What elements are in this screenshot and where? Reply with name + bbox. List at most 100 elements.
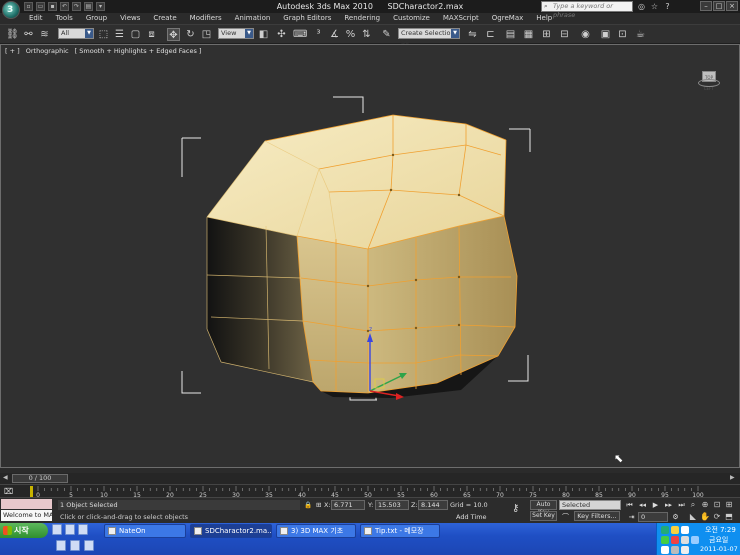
- kakao-icon[interactable]: [661, 536, 669, 544]
- time-configuration-icon[interactable]: ⚙: [670, 512, 681, 522]
- internet-explorer-icon[interactable]: [70, 540, 80, 551]
- bind-to-spacewarp-icon[interactable]: ≋: [38, 28, 51, 41]
- time-slider[interactable]: ◀ 0 / 100 ▶: [0, 473, 740, 484]
- help-icon[interactable]: ?: [663, 2, 672, 11]
- y-coordinate-field[interactable]: 15.503: [375, 500, 409, 510]
- show-desktop-icon[interactable]: [52, 524, 62, 535]
- select-and-link-icon[interactable]: ⛓: [6, 28, 19, 41]
- menu-ogremax[interactable]: OgreMax: [485, 13, 529, 24]
- zoom-extents-all-icon[interactable]: ⊞: [724, 500, 734, 510]
- maximize-icon[interactable]: □: [713, 1, 725, 11]
- perspective-viewport[interactable]: [ + ] Orthographic [ Smooth + Highlights…: [0, 44, 740, 468]
- scene-canvas[interactable]: z: [1, 45, 739, 467]
- taskbar-button[interactable]: 3) 3D MAX 기초: [276, 524, 356, 538]
- time-slider-thumb[interactable]: 0 / 100: [12, 474, 68, 483]
- select-and-manipulate-icon[interactable]: ✣: [275, 28, 288, 41]
- binoculars-icon[interactable]: ◎: [637, 2, 646, 11]
- schematic-view-icon[interactable]: ⊟: [558, 28, 571, 41]
- select-and-rotate-icon[interactable]: ↻: [184, 28, 197, 41]
- messenger-icon[interactable]: [671, 526, 679, 534]
- layer-manager-icon[interactable]: ▤: [504, 28, 517, 41]
- auto-key-button[interactable]: Auto Key: [530, 500, 557, 516]
- antivirus-icon[interactable]: [671, 536, 679, 544]
- absolute-relative-toggle-icon[interactable]: ⊞: [316, 500, 321, 510]
- zoom-all-icon[interactable]: ⊕: [700, 500, 710, 510]
- quick-launch-app-icon[interactable]: [65, 524, 75, 535]
- taskbar-button[interactable]: Tip.txt - 메모장: [360, 524, 440, 538]
- keyboard-shortcut-override-icon[interactable]: ⌨: [293, 28, 307, 41]
- percent-snap-icon[interactable]: %: [344, 28, 357, 41]
- zoom-icon[interactable]: ⌕: [688, 500, 698, 510]
- selection-filter-dropdown[interactable]: All ▼: [58, 28, 94, 39]
- viewcube[interactable]: TOP LEFT: [698, 69, 720, 91]
- select-by-name-icon[interactable]: ☰: [113, 28, 126, 41]
- lock-selection-icon[interactable]: 🔒: [304, 500, 312, 510]
- use-pivot-center-icon[interactable]: ◧: [257, 28, 270, 41]
- select-and-move-icon[interactable]: ✥: [167, 28, 180, 41]
- application-menu-button[interactable]: 3: [2, 1, 20, 19]
- go-to-start-icon[interactable]: ⏮: [624, 500, 635, 510]
- unlink-icon[interactable]: ⚯: [22, 28, 35, 41]
- key-filter-selection-dropdown[interactable]: Selected: [559, 500, 621, 510]
- menu-group[interactable]: Group: [79, 13, 113, 24]
- material-editor-icon[interactable]: ◉: [579, 28, 592, 41]
- curve-editor-icon[interactable]: ⊞: [540, 28, 553, 41]
- go-to-end-icon[interactable]: ⏭: [676, 500, 687, 510]
- key-filters-button[interactable]: Key Filters...: [574, 511, 620, 521]
- menu-tools[interactable]: Tools: [49, 13, 79, 24]
- reference-coordinate-dropdown[interactable]: View ▼: [218, 28, 254, 39]
- track-bar[interactable]: ⌧ 0 5 10 15 20 25 30 35 40 45 50 55 60 65 70 75 80 85 90 95…: [0, 484, 740, 498]
- key-mode-toggle-icon[interactable]: ⇥: [626, 512, 637, 522]
- x-coordinate-field[interactable]: 6.771: [331, 500, 365, 510]
- set-key-button[interactable]: Set Key: [530, 511, 557, 521]
- menu-maxscript[interactable]: MAXScript: [436, 13, 485, 24]
- ime-icon[interactable]: [691, 536, 699, 544]
- graphite-modeling-tools-icon[interactable]: ▦: [522, 28, 535, 41]
- maxscript-listener-output[interactable]: [1, 499, 52, 509]
- time-slider-next-icon[interactable]: ▶: [730, 474, 735, 481]
- snaps-toggle-icon[interactable]: ³: [312, 28, 325, 41]
- menu-rendering[interactable]: Rendering: [337, 13, 386, 24]
- edit-named-selection-icon[interactable]: ✎: [380, 28, 393, 41]
- display-icon[interactable]: [661, 546, 669, 554]
- network-icon[interactable]: [661, 526, 669, 534]
- field-of-view-icon[interactable]: ◣: [688, 512, 698, 522]
- align-icon[interactable]: ⊏: [484, 28, 497, 41]
- add-time-tag-button[interactable]: Add Time Tag: [450, 512, 498, 531]
- character-mesh[interactable]: [206, 114, 518, 398]
- menu-graph-editors[interactable]: Graph Editors: [276, 13, 337, 24]
- menu-create[interactable]: Create: [146, 13, 182, 24]
- default-in-out-tangent-icon[interactable]: ⌒: [560, 512, 571, 522]
- explorer-icon[interactable]: [84, 540, 94, 551]
- open-mini-curve-editor-icon[interactable]: ⌧: [4, 487, 13, 496]
- update-icon[interactable]: [681, 546, 689, 554]
- menu-help[interactable]: Help: [529, 13, 558, 24]
- favorites-star-icon[interactable]: ☆: [650, 2, 659, 11]
- select-and-scale-icon[interactable]: ◳: [200, 28, 213, 41]
- previous-frame-icon[interactable]: ◂◂: [637, 500, 648, 510]
- taskbar-button[interactable]: SDCharactor2.ma...: [190, 524, 272, 538]
- maxscript-listener-input[interactable]: Welcome to MA: [1, 510, 52, 521]
- menu-customize[interactable]: Customize: [386, 13, 436, 24]
- z-coordinate-field[interactable]: 8.144: [418, 500, 448, 510]
- current-frame-field[interactable]: 0: [638, 512, 668, 522]
- close-icon[interactable]: ×: [726, 1, 738, 11]
- mirror-icon[interactable]: ⇋: [466, 28, 479, 41]
- menu-edit[interactable]: Edit: [22, 13, 49, 24]
- angle-snap-icon[interactable]: ∡: [328, 28, 341, 41]
- taskbar-button[interactable]: NateOn: [104, 524, 186, 538]
- window-crossing-icon[interactable]: ⧈: [145, 28, 158, 41]
- quick-launch-app-icon[interactable]: [78, 524, 88, 535]
- minimize-icon[interactable]: –: [700, 1, 712, 11]
- rectangular-selection-icon[interactable]: ▢: [129, 28, 142, 41]
- menu-animation[interactable]: Animation: [228, 13, 277, 24]
- render-production-icon[interactable]: ☕: [634, 28, 647, 41]
- pan-view-icon[interactable]: ✋: [700, 512, 710, 522]
- viewcube-compass-ring[interactable]: [698, 79, 720, 87]
- next-frame-icon[interactable]: ▸▸: [663, 500, 674, 510]
- play-icon[interactable]: ▶: [650, 500, 661, 510]
- start-button[interactable]: 시작: [0, 523, 48, 538]
- security-icon[interactable]: [681, 526, 689, 534]
- help-search-input[interactable]: ⌕ Type a keyword or phrase: [541, 1, 633, 19]
- set-key-icon[interactable]: ⚷: [512, 503, 519, 514]
